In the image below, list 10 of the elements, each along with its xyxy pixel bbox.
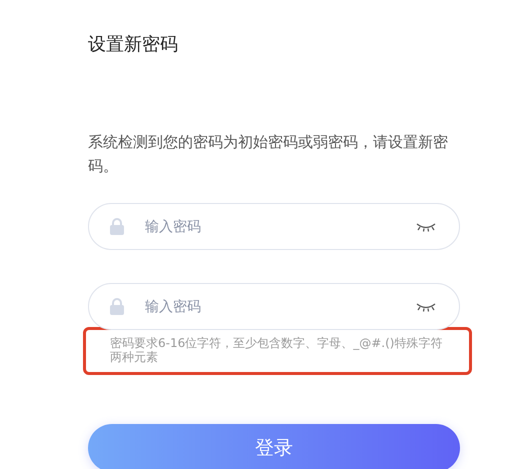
password-hint: 密码要求6-16位字符，至少包含数字、字母、_@#.()特殊字符两种元素: [110, 336, 444, 364]
lock-icon: [110, 218, 124, 235]
eye-closed-icon[interactable]: [416, 302, 436, 312]
notice-text: 系统检测到您的密码为初始密码或弱密码，请设置新密码。: [88, 132, 449, 177]
password-field[interactable]: 输入密码: [88, 203, 460, 250]
page-title: 设置新密码: [88, 33, 179, 57]
lock-icon: [110, 298, 124, 315]
login-button[interactable]: 登录: [88, 424, 460, 469]
password-field[interactable]: 输入密码: [88, 283, 460, 330]
eye-closed-icon[interactable]: [416, 222, 436, 232]
